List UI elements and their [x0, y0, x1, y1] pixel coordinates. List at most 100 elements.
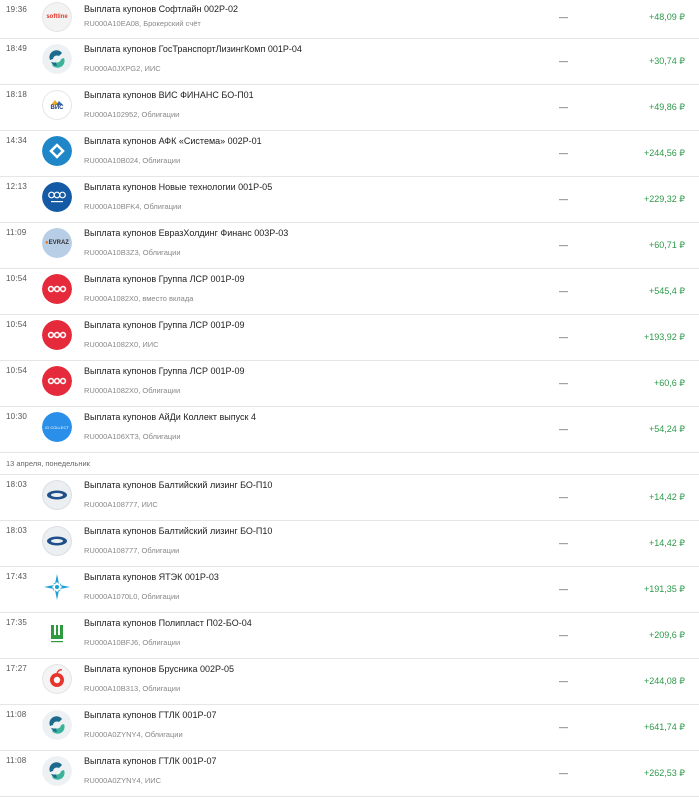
operation-subtitle: RU000A10BFK4, Облигации	[84, 202, 182, 211]
lsr-logo	[42, 320, 72, 350]
operation-empty-value: —	[559, 538, 568, 548]
operation-title: Выплата купонов Группа ЛСР 001P-09	[84, 320, 245, 330]
operation-amount: +49,86 ₽	[648, 102, 685, 112]
operation-time: 11:08	[6, 756, 27, 765]
operation-subtitle: RU000A10B3Z3, Облигации	[84, 248, 181, 257]
operation-subtitle: RU000A108777, ИИС	[84, 500, 158, 509]
id-collect-logo: ID COLLECT	[42, 412, 72, 442]
lsr-logo	[42, 366, 72, 396]
operation-subtitle: RU000A0JXPG2, ИИС	[84, 64, 161, 73]
operation-row[interactable]: 11:08 Выплата купонов ГТЛК 001P-07 RU000A0…	[0, 705, 699, 751]
operation-empty-value: —	[559, 424, 568, 434]
operation-subtitle: RU000A0ZYNY4, ИИС	[84, 776, 162, 785]
operation-subtitle: RU000A1070L0, Облигации	[84, 592, 180, 601]
baltic-leasing-logo	[42, 526, 72, 556]
operation-subtitle: RU000A0ZYNY4, Облигации	[84, 730, 183, 739]
operation-title: Выплата купонов Полипласт П02-БО-04	[84, 618, 252, 628]
operation-row[interactable]: 14:34 Выплата купонов АФК «Система» 002P-…	[0, 131, 699, 177]
operation-time: 11:08	[6, 710, 27, 719]
operation-time: 18:49	[6, 44, 28, 53]
operation-amount: +48,09 ₽	[648, 12, 685, 22]
operation-row[interactable]: 18:03 Выплата купонов Балтийский лизинг Б…	[0, 521, 699, 567]
operation-title: Выплата купонов Софтлайн 002P-02	[84, 4, 239, 14]
evraz-logo: ●EVRAZ	[42, 228, 72, 258]
operation-row[interactable]: 10:54 Выплата купонов Группа ЛСР 001P-09 R…	[0, 269, 699, 315]
operation-row[interactable]: 11:08 Выплата купонов ГТЛК 001P-07 RU000A0…	[0, 751, 699, 797]
operation-subtitle: RU000A106XT3, Облигации	[84, 432, 181, 441]
operation-row[interactable]: 17:35 Выплата купонов Полипласт П02-БО-04…	[0, 613, 699, 659]
operation-title: Выплата купонов ЯТЭК 001P-03	[84, 572, 219, 582]
operation-amount: +262,53 ₽	[643, 768, 685, 778]
novye-tekhnologii-logo	[42, 182, 72, 212]
operation-empty-value: —	[559, 378, 568, 388]
operation-title: Выплата купонов Группа ЛСР 001P-09	[84, 274, 245, 284]
operation-subtitle: RU000A108777, Облигации	[84, 546, 180, 555]
operation-time: 18:03	[6, 526, 28, 535]
operation-title: Выплата купонов Балтийский лизинг БО-П10	[84, 526, 273, 536]
operation-empty-value: —	[559, 240, 568, 250]
operation-empty-value: —	[559, 56, 568, 66]
operation-title: Выплата купонов ГТЛК 001P-07	[84, 756, 217, 766]
operation-title: Выплата купонов ЕвразХолдинг Финанс 003P…	[84, 228, 289, 238]
operation-amount: +641,74 ₽	[643, 722, 685, 732]
operation-empty-value: —	[559, 12, 568, 22]
operation-subtitle: RU000A10B024, Облигации	[84, 156, 181, 165]
operation-subtitle: RU000A10BFJ6, Облигации	[84, 638, 181, 647]
operation-row[interactable]: 12:13 Выплата купонов Новые технологии 00…	[0, 177, 699, 223]
operation-title: Выплата купонов ГосТранспортЛизингКомп 0…	[84, 44, 302, 54]
operation-row[interactable]: 17:27 Выплата купонов Брусника 002P-05 RU0…	[0, 659, 699, 705]
operation-empty-value: —	[559, 148, 568, 158]
operation-row[interactable]: 17:43 Выплата купонов ЯТЭК 001P-03 RU000A1…	[0, 567, 699, 613]
operation-title: Выплата купонов ВИС ФИНАНС БО-П01	[84, 90, 254, 100]
operation-amount: +545,4 ₽	[648, 286, 685, 296]
operation-amount: +244,08 ₽	[643, 676, 685, 686]
operation-empty-value: —	[559, 584, 568, 594]
operation-amount: +60,6 ₽	[654, 378, 685, 388]
operation-time: 19:36	[6, 5, 28, 14]
operation-row[interactable]: 18:03 Выплата купонов Балтийский лизинг Б…	[0, 475, 699, 521]
operation-time: 12:13	[6, 182, 28, 191]
operation-row[interactable]: 19:36 softline Выплата купонов Софтлайн 00…	[0, 0, 699, 39]
operation-empty-value: —	[559, 630, 568, 640]
operation-subtitle: RU000A1082X0, ИИС	[84, 340, 159, 349]
operation-title: Выплата купонов Новые технологии 001P-05	[84, 182, 273, 192]
operation-amount: +54,24 ₽	[648, 424, 685, 434]
gtlk-logo	[42, 44, 72, 74]
operation-time: 10:30	[6, 412, 28, 421]
operation-row[interactable]: 10:30 ID COLLECT Выплата купонов АйДи Колл…	[0, 407, 699, 453]
operation-title: Выплата купонов Группа ЛСР 001P-09	[84, 366, 245, 376]
operation-empty-value: —	[559, 768, 568, 778]
vis-logo: ВИС	[42, 90, 72, 120]
day-header: 13 апреля, понедельник	[0, 453, 699, 475]
operation-time: 17:27	[6, 664, 28, 673]
sistema-logo	[42, 136, 72, 166]
softline-logo: softline	[42, 2, 72, 32]
operation-empty-value: —	[559, 722, 568, 732]
operation-amount: +244,56 ₽	[643, 148, 685, 158]
operation-row[interactable]: 18:18 ВИС Выплата купонов ВИС ФИНАНС БО-П0…	[0, 85, 699, 131]
operation-time: 17:43	[6, 572, 28, 581]
lsr-logo	[42, 274, 72, 304]
operation-time: 10:54	[6, 274, 28, 283]
operation-empty-value: —	[559, 676, 568, 686]
operation-amount: +229,32 ₽	[643, 194, 685, 204]
operation-time: 10:54	[6, 366, 28, 375]
poliplast-logo	[42, 618, 72, 648]
operation-time: 18:18	[6, 90, 28, 99]
operation-empty-value: —	[559, 286, 568, 296]
operation-amount: +30,74 ₽	[648, 56, 685, 66]
operation-row[interactable]: 18:49 Выплата купонов ГосТранспортЛизингК…	[0, 39, 699, 85]
operation-empty-value: —	[559, 492, 568, 502]
brusnika-logo	[42, 664, 72, 694]
operation-time: 17:35	[6, 618, 28, 627]
operation-row[interactable]: 10:54 Выплата купонов Группа ЛСР 001P-09 R…	[0, 315, 699, 361]
gtlk-logo	[42, 756, 72, 786]
operation-subtitle: RU000A1082X0, вместо вклада	[84, 294, 194, 303]
operation-subtitle: RU000A10EA08, Брокерский счёт	[84, 19, 201, 28]
operation-row[interactable]: 10:54 Выплата купонов Группа ЛСР 001P-09 R…	[0, 361, 699, 407]
operation-empty-value: —	[559, 194, 568, 204]
operation-row[interactable]: 11:09 ●EVRAZ Выплата купонов ЕвразХолдинг …	[0, 223, 699, 269]
operation-empty-value: —	[559, 102, 568, 112]
operation-title: Выплата купонов Балтийский лизинг БО-П10	[84, 480, 273, 490]
operation-time: 11:09	[6, 228, 27, 237]
